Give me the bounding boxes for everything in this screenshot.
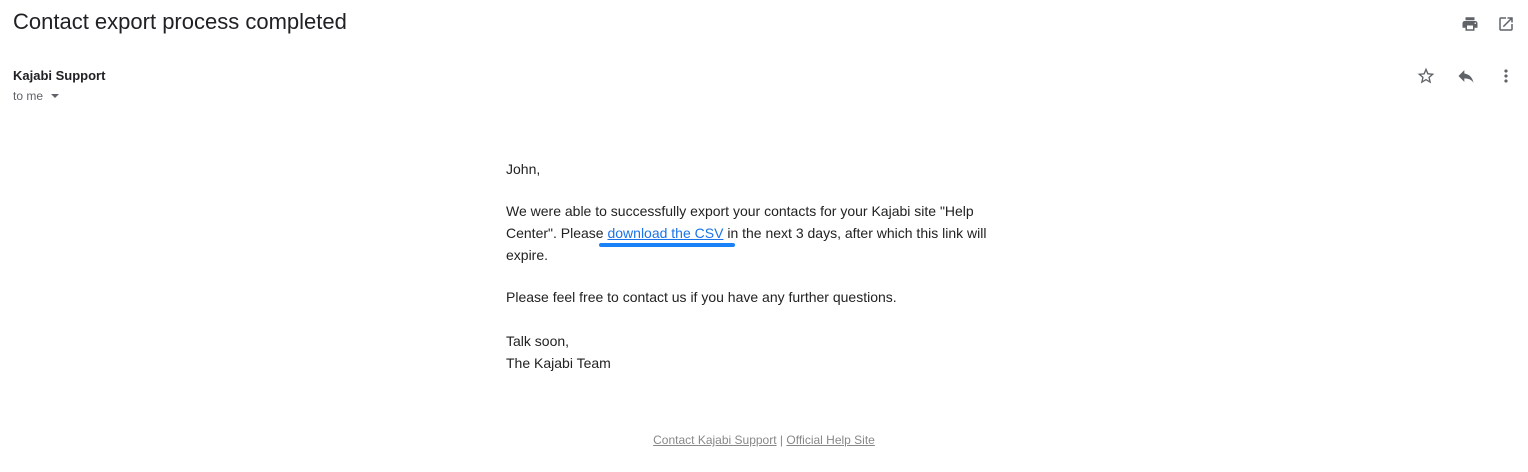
open-in-new-window-icon[interactable]	[1496, 14, 1516, 34]
email-footer: Contact Kajabi Support | Official Help S…	[0, 433, 1528, 447]
link-highlight-underline	[599, 243, 736, 247]
message-actions	[1416, 66, 1516, 86]
reply-icon[interactable]	[1456, 66, 1476, 86]
signoff: Talk soon,	[506, 333, 570, 349]
more-vert-icon[interactable]	[1496, 66, 1516, 86]
signature: The Kajabi Team	[506, 355, 611, 371]
download-csv-link[interactable]: download the CSV	[599, 225, 736, 247]
sender-name: Kajabi Support	[13, 68, 106, 83]
download-csv-link-label: download the CSV	[607, 225, 724, 241]
email-view: Contact export process completed Kajabi …	[0, 0, 1528, 472]
print-icon[interactable]	[1460, 14, 1480, 34]
top-actions	[1460, 14, 1516, 34]
recipient-label: to me	[13, 89, 44, 103]
contact-support-link[interactable]: Contact Kajabi Support	[653, 433, 776, 447]
recipient-details-toggle[interactable]: to me	[13, 89, 60, 103]
export-paragraph: We were able to successfully export your…	[506, 200, 1006, 266]
greeting: John,	[506, 161, 541, 177]
email-subject: Contact export process completed	[13, 9, 347, 34]
star-icon[interactable]	[1416, 66, 1436, 86]
email-body: John, We were able to successfully expor…	[506, 158, 1006, 374]
help-site-link[interactable]: Official Help Site	[786, 433, 874, 447]
footer-separator: |	[779, 433, 784, 447]
contact-paragraph: Please feel free to contact us if you ha…	[506, 289, 897, 305]
chevron-down-icon	[51, 94, 60, 98]
